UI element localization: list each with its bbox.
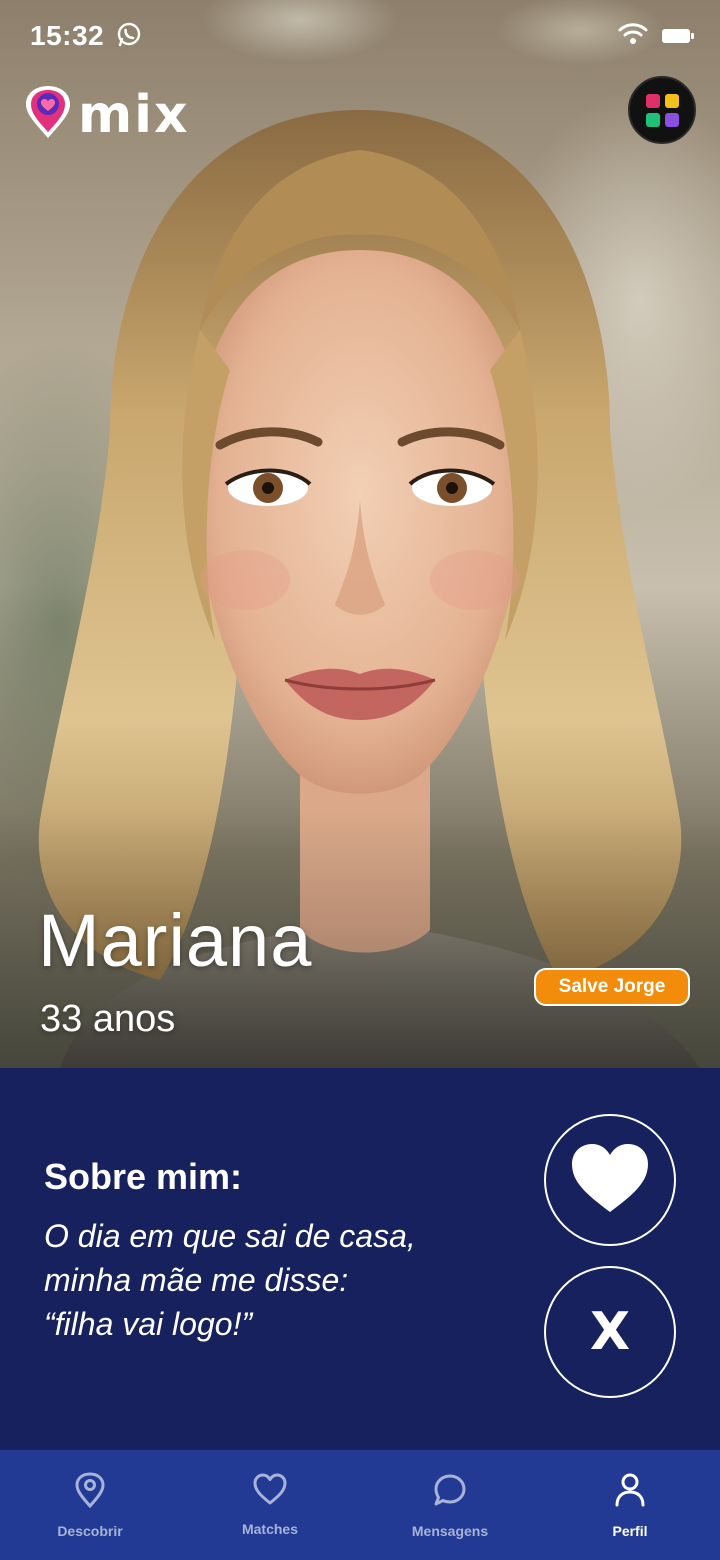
dislike-x-label: X [589,1302,631,1362]
nav-label: Matches [241,1521,299,1537]
bio-line: O dia em que sai de casa, [44,1218,416,1254]
app-grid-icon-tile [645,112,660,127]
bio-text: O dia em que sai de casa, minha mãe me d… [44,1214,504,1346]
nav-label: Perfil [612,1523,648,1539]
dislike-button[interactable]: X [544,1266,676,1398]
heart-icon [569,1142,651,1219]
like-button[interactable] [544,1114,676,1246]
nav-item-mensagens[interactable]: Mensagens [360,1450,540,1560]
status-bar: 15:32 [0,0,720,72]
user-icon [614,1472,646,1513]
app-grid-icon-tile [664,112,679,127]
app-grid-icon-tile [645,93,660,108]
nav-item-perfil[interactable]: Perfil [540,1450,720,1560]
nav-item-matches[interactable]: Matches [180,1450,360,1560]
nav-label: Mensagens [411,1523,489,1539]
bottom-nav: Descobrir Matches Mensagens Perfil [0,1450,720,1560]
status-right [618,22,694,51]
app-grid-button[interactable] [628,76,696,144]
nav-item-descobrir[interactable]: Descobrir [0,1450,180,1560]
bio-line: minha mãe me disse: [44,1262,349,1298]
bio-title: Sobre mim: [44,1156,243,1197]
location-pin-icon [74,1472,106,1513]
wifi-icon [618,22,648,51]
profile-name: Mariana [38,899,313,982]
status-left: 15:32 [30,20,142,52]
status-time: 15:32 [30,20,105,51]
app-grid-icon-tile [664,93,679,108]
bio-panel: Sobre mim: O dia em que sai de casa, min… [0,1068,720,1450]
chat-bubble-icon [432,1472,468,1513]
heart-pin-icon [24,84,72,145]
profile-tag-badge[interactable]: Salve Jorge [534,968,690,1006]
app-logo[interactable]: mix [24,84,190,145]
battery-icon [662,29,694,43]
bio-line: “filha vai logo!” [44,1306,253,1342]
profile-age: 33 anos [40,998,176,1040]
nav-label: Descobrir [57,1523,123,1539]
heart-outline-icon [252,1472,288,1511]
logo-text: mix [78,84,190,145]
whatsapp-icon [116,21,142,52]
